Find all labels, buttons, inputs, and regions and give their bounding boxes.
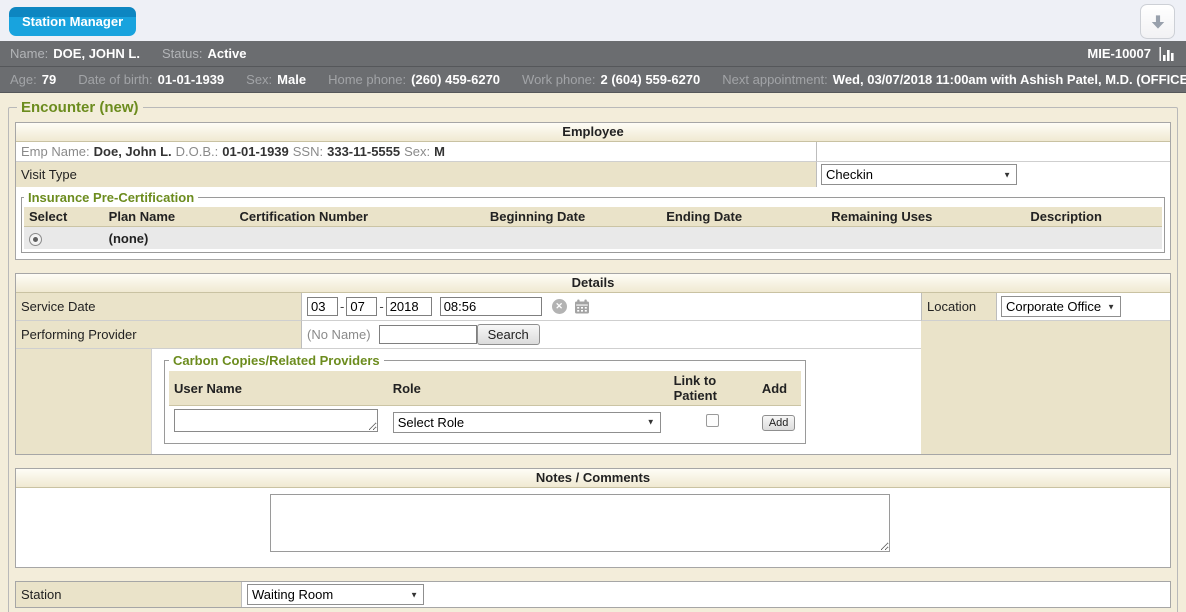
station-section: Station Waiting Room: [15, 581, 1171, 608]
carbon-copies-fieldset: Carbon Copies/Related Providers User Nam…: [164, 353, 806, 444]
main-content: Encounter (new) Employee Emp Name: Doe, …: [0, 93, 1186, 612]
employee-section: Employee Emp Name: Doe, John L. D.O.B.: …: [15, 122, 1171, 260]
insurance-row: (none): [24, 227, 1162, 250]
col-remaining-uses: Remaining Uses: [826, 207, 1025, 227]
col-plan-name: Plan Name: [104, 207, 235, 227]
location-select-wrap: Corporate Office: [1001, 296, 1121, 317]
user-name-input[interactable]: [174, 409, 378, 432]
col-description: Description: [1025, 207, 1162, 227]
col-add: Add: [757, 371, 801, 406]
service-date-month-input[interactable]: [307, 297, 338, 316]
notes-section: Notes / Comments: [15, 468, 1171, 568]
age: Age:79: [10, 72, 56, 87]
carbon-copies-cell: Carbon Copies/Related Providers User Nam…: [152, 349, 921, 454]
top-app-bar: Station Manager: [0, 0, 1186, 41]
clear-circle-icon[interactable]: ✕: [552, 299, 567, 314]
calendar-icon[interactable]: [574, 299, 590, 314]
search-button[interactable]: Search: [477, 324, 540, 345]
insurance-table: Select Plan Name Certification Number Be…: [24, 207, 1162, 249]
visit-type-label: Visit Type: [16, 162, 817, 187]
performing-provider-input[interactable]: [379, 325, 477, 344]
no-name-text: (No Name): [307, 327, 371, 342]
role-select-wrap: Select Role: [393, 412, 661, 433]
col-select: Select: [24, 207, 104, 227]
encounter-fieldset: Encounter (new) Employee Emp Name: Doe, …: [8, 99, 1178, 612]
name-value: DOE, JOHN L.: [53, 46, 140, 61]
location-select[interactable]: Corporate Office: [1001, 296, 1121, 317]
station-label: Station: [16, 582, 242, 607]
home-phone: Home phone:(260) 459-6270: [328, 72, 500, 87]
employee-info-cell: Emp Name: Doe, John L. D.O.B.: 01-01-193…: [16, 142, 817, 162]
employee-info-empty-cell: [817, 142, 1170, 162]
patient-name-bar: Name: DOE, JOHN L. Status: Active MIE-1000…: [0, 41, 1186, 67]
notes-textarea[interactable]: [270, 494, 890, 552]
performing-provider-row: Performing Provider (No Name) Search: [16, 321, 1170, 349]
work-phone: Work phone:2 (604) 559-6270: [522, 72, 700, 87]
insurance-select-radio[interactable]: [29, 233, 42, 246]
status-label: Status:: [162, 46, 202, 61]
carbon-copies-header-row: User Name Role Link to Patient Add: [169, 371, 801, 406]
visit-type-select-wrap: Checkin: [821, 164, 1017, 185]
patient-name: Name: DOE, JOHN L.: [10, 46, 140, 61]
patient-status: Status: Active: [162, 46, 247, 61]
role-select[interactable]: Select Role: [393, 412, 661, 433]
encounter-legend: Encounter (new): [17, 99, 143, 116]
link-to-patient-checkbox[interactable]: [706, 414, 719, 427]
service-date-day-input[interactable]: [346, 297, 377, 316]
sex: Sex:Male: [246, 72, 306, 87]
next-appointment: Next appointment:Wed, 03/07/2018 11:00am…: [722, 72, 1186, 87]
plan-name-value: (none): [104, 227, 235, 250]
details-section: Details Service Date - - ✕: [15, 273, 1171, 455]
name-label: Name:: [10, 46, 48, 61]
station-manager-button[interactable]: Station Manager: [9, 7, 136, 36]
details-header: Details: [16, 274, 1170, 293]
col-certification-number: Certification Number: [235, 207, 485, 227]
date-of-birth: Date of birth:01-01-1939: [78, 72, 224, 87]
demographics-bar: Age:79 Date of birth:01-01-1939 Sex:Male…: [0, 67, 1186, 93]
location-label: Location: [921, 293, 997, 321]
carbon-copies-input-row: Select Role Add: [169, 406, 801, 439]
download-button[interactable]: [1140, 4, 1175, 39]
station-row: Station Waiting Room: [16, 582, 1170, 607]
visit-type-cell: Checkin: [817, 162, 1170, 187]
employee-header: Employee: [16, 123, 1170, 142]
service-date-label: Service Date: [16, 293, 302, 321]
station-select[interactable]: Waiting Room: [247, 584, 424, 605]
performing-provider-label: Performing Provider: [16, 321, 302, 349]
insurance-header-row: Select Plan Name Certification Number Be…: [24, 207, 1162, 227]
details-right-fill-2: [921, 349, 1170, 454]
carbon-copies-table: User Name Role Link to Patient Add: [169, 371, 801, 438]
visit-type-row: Visit Type Checkin: [16, 162, 1170, 187]
carbon-copies-row: Carbon Copies/Related Providers User Nam…: [16, 349, 1170, 454]
col-beginning-date: Beginning Date: [485, 207, 661, 227]
carbon-copies-legend: Carbon Copies/Related Providers: [169, 353, 384, 368]
insurance-precertification-legend: Insurance Pre-Certification: [24, 190, 198, 205]
employee-info-row: Emp Name: Doe, John L. D.O.B.: 01-01-193…: [16, 142, 1170, 162]
visit-type-select[interactable]: Checkin: [821, 164, 1017, 185]
station-cell: Waiting Room: [242, 582, 1170, 607]
col-role: Role: [388, 371, 669, 406]
insurance-precertification-fieldset: Insurance Pre-Certification Select Plan …: [21, 190, 1165, 253]
location-cell: Corporate Office: [997, 293, 1170, 321]
service-date-row: Service Date - - ✕: [16, 293, 1170, 321]
notes-header: Notes / Comments: [16, 469, 1170, 488]
download-arrow-icon: [1149, 14, 1167, 30]
bar-chart-icon[interactable]: [1159, 47, 1176, 61]
col-user-name: User Name: [169, 371, 388, 406]
notes-body: [16, 488, 1170, 567]
performing-provider-cell: (No Name) Search: [302, 321, 921, 349]
service-date-inputs: - - ✕: [302, 293, 921, 321]
service-time-input[interactable]: [440, 297, 542, 316]
col-ending-date: Ending Date: [661, 207, 826, 227]
details-right-fill: [921, 321, 1170, 349]
station-select-wrap: Waiting Room: [247, 584, 424, 605]
service-date-year-input[interactable]: [386, 297, 432, 316]
status-value: Active: [207, 46, 246, 61]
chart-id: MIE-10007: [1087, 46, 1151, 61]
col-link-to-patient: Link to Patient: [669, 371, 757, 406]
add-button[interactable]: Add: [762, 415, 796, 431]
